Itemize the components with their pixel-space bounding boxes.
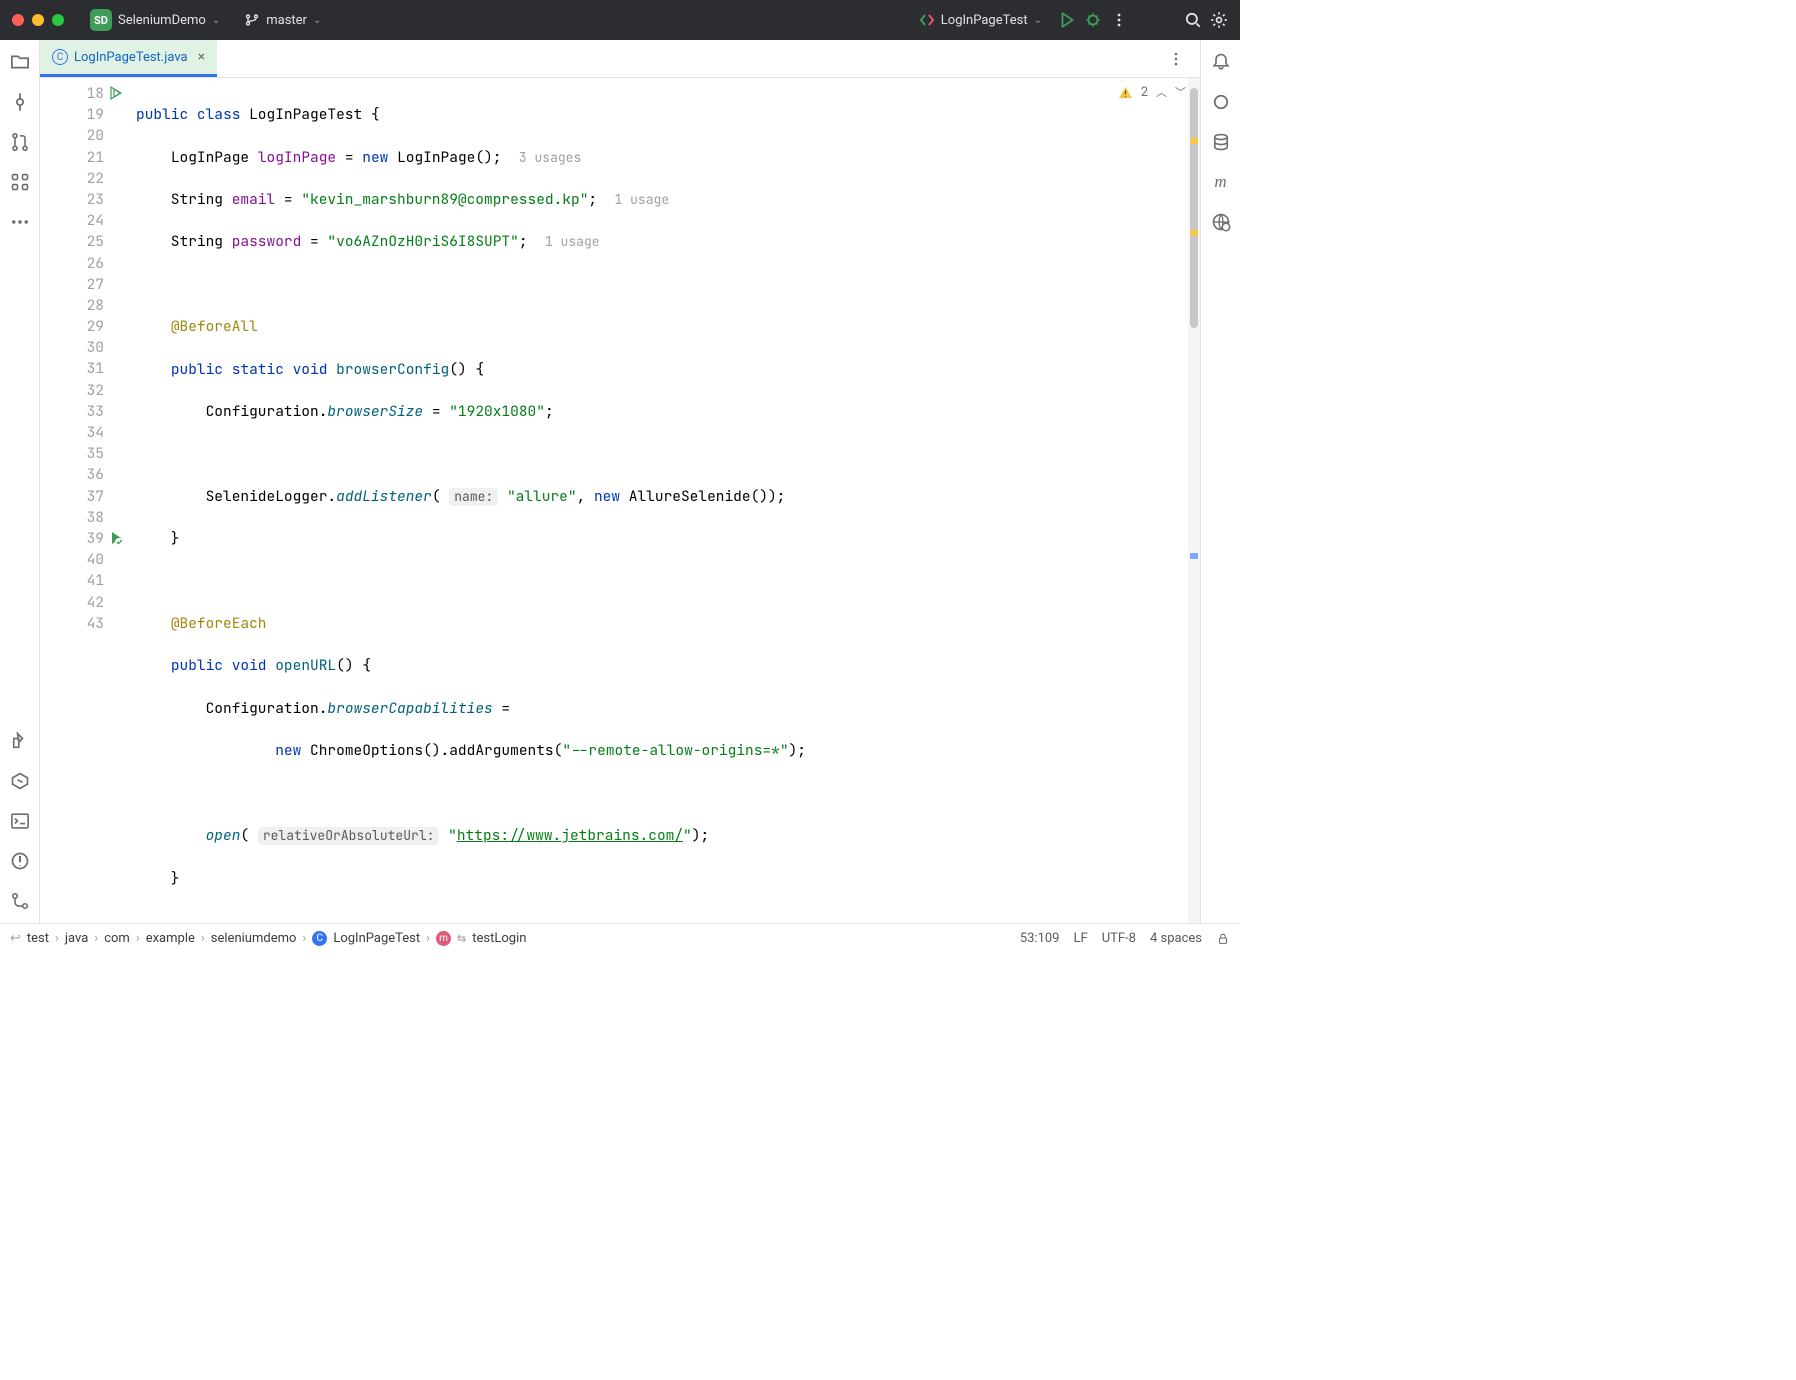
indent-setting[interactable]: 4 spaces [1150,931,1202,946]
vcs-tool-icon[interactable] [8,889,32,913]
next-highlight-icon[interactable]: ﹀ [1175,84,1186,100]
project-badge: SD [90,9,112,31]
debug-button[interactable] [1084,11,1102,29]
breadcrumb-seleniumdemo[interactable]: seleniumdemo [211,931,297,946]
pull-requests-icon[interactable] [8,130,32,154]
run-test-gutter-icon[interactable] [108,530,124,546]
commit-tool-icon[interactable] [8,90,32,114]
branch-name: master [266,13,307,28]
breadcrumb-com[interactable]: com [104,931,130,946]
run-config-selector[interactable]: LogInPageTest ⌄ [911,8,1050,32]
scrollbar[interactable] [1188,78,1200,923]
search-button[interactable] [1184,11,1202,29]
warning-icon [1118,85,1133,100]
nav-back-icon[interactable]: ↩ [10,931,21,946]
class-file-icon: C [52,49,68,65]
close-button[interactable] [12,14,24,26]
web-inspector-icon[interactable] [1209,210,1233,234]
window-controls [12,14,64,26]
inspection-widget[interactable]: 2 ︿ ﹀ [1118,84,1186,100]
tab-menu-button[interactable] [1160,40,1192,77]
status-bar: ↩ test › java › com › example › selenium… [0,923,1240,953]
maven-icon[interactable]: m [1209,170,1233,194]
run-button[interactable] [1058,11,1076,29]
breadcrumb-test[interactable]: test [27,931,49,946]
settings-button[interactable] [1210,11,1228,29]
breadcrumb-method[interactable]: m ⇆ testLogin [436,931,526,946]
maximize-button[interactable] [52,14,64,26]
project-tool-icon[interactable] [8,50,32,74]
editor-tabs: C LogInPageTest.java × [40,40,1200,78]
run-config-name: LogInPageTest [941,13,1028,28]
more-tools-icon[interactable] [8,210,32,234]
database-icon[interactable] [1209,130,1233,154]
terminal-tool-icon[interactable] [8,809,32,833]
chevron-down-icon: ⌄ [212,15,220,26]
method-icon: m [436,931,451,946]
project-selector[interactable]: SD SeleniumDemo ⌄ [82,5,228,35]
scroll-thumb[interactable] [1190,88,1198,328]
breadcrumb-class[interactable]: C LogInPageTest [312,931,420,946]
problems-tool-icon[interactable] [8,849,32,873]
breadcrumb-example[interactable]: example [146,931,195,946]
branch-selector[interactable]: master ⌄ [236,8,329,32]
ai-assistant-icon[interactable] [1209,90,1233,114]
minimize-button[interactable] [32,14,44,26]
titlebar: SD SeleniumDemo ⌄ master ⌄ LogInPageTest… [0,0,1240,40]
breadcrumb-java[interactable]: java [65,931,88,946]
run-class-gutter-icon[interactable] [108,85,124,101]
file-encoding[interactable]: UTF-8 [1102,931,1136,946]
code-editor[interactable]: 18 19 20 21 22 23 24 25 26 27 28 29 30 3… [40,78,1200,923]
branch-icon [244,12,260,28]
right-toolbar: m [1200,40,1240,923]
caret-marker [1190,553,1198,559]
cursor-position[interactable]: 53:109 [1020,931,1060,946]
tab-login-page-test[interactable]: C LogInPageTest.java × [40,40,217,77]
tab-filename: LogInPageTest.java [74,50,188,65]
prev-highlight-icon[interactable]: ︿ [1156,84,1167,100]
notifications-icon[interactable] [1209,50,1233,74]
project-name: SeleniumDemo [118,13,206,28]
warning-count: 2 [1141,85,1148,100]
line-separator[interactable]: LF [1074,931,1088,946]
chevron-down-icon: ⌄ [1034,15,1042,26]
left-toolbar [0,40,40,923]
readonly-toggle-icon[interactable] [1216,932,1230,946]
class-icon: C [312,931,327,946]
gutter: 18 19 20 21 22 23 24 25 26 27 28 29 30 3… [40,78,126,923]
services-tool-icon[interactable] [8,769,32,793]
warning-marker[interactable] [1190,138,1198,144]
close-icon[interactable]: × [198,49,205,65]
chevron-down-icon: ⌄ [313,15,321,26]
run-config-icon [919,12,935,28]
more-actions-button[interactable] [1110,11,1128,29]
warning-marker[interactable] [1190,230,1198,236]
build-tool-icon[interactable] [8,729,32,753]
code-content[interactable]: public class LogInPageTest { LogInPage l… [126,78,1200,923]
structure-tool-icon[interactable] [8,170,32,194]
